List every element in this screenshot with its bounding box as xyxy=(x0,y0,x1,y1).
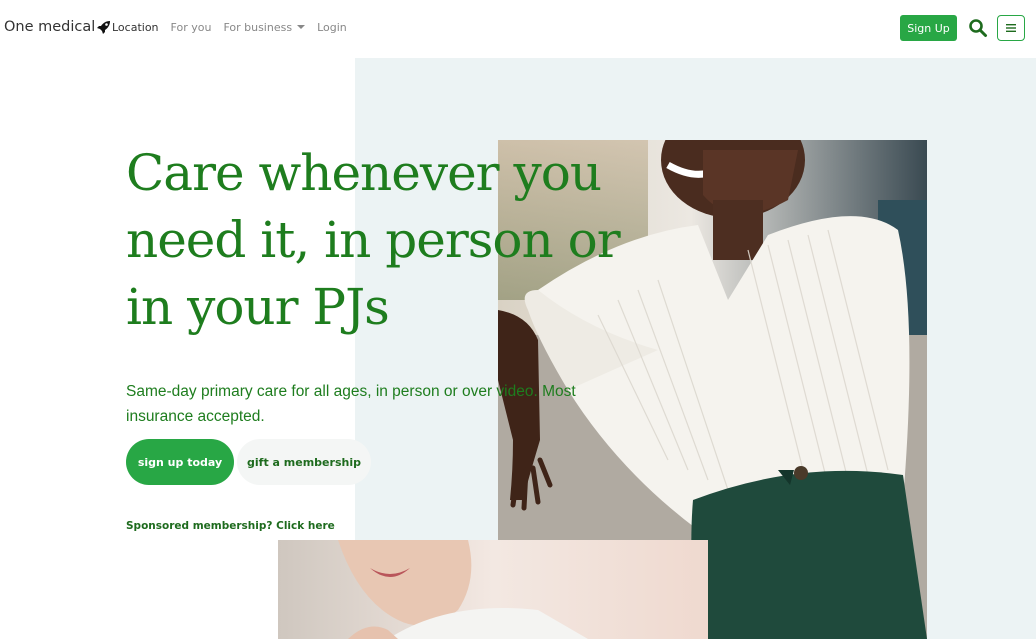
menu-toggle-button[interactable] xyxy=(997,15,1025,41)
nav-link-for-business-label: For business xyxy=(223,21,293,34)
secondary-photo-woman-portrait xyxy=(278,540,708,639)
nav-dropdown-for-business[interactable]: For business xyxy=(223,21,306,34)
hamburger-menu-icon xyxy=(1006,24,1016,32)
nav-links: Location For you For business Login xyxy=(112,21,359,34)
nav-link-login[interactable]: Login xyxy=(317,21,347,34)
caret-down-icon xyxy=(297,25,306,29)
hero-subtext: Same-day primary care for all ages, in p… xyxy=(126,383,576,425)
brand-name: One medical xyxy=(4,19,96,35)
brand-logo[interactable]: One medical xyxy=(4,19,112,35)
nav-link-for-you[interactable]: For you xyxy=(171,21,212,34)
secondary-photo-illustration xyxy=(278,540,708,639)
search-icon[interactable] xyxy=(968,18,988,38)
nav-link-location[interactable]: Location xyxy=(112,21,159,34)
signup-button[interactable]: Sign Up xyxy=(900,15,957,41)
gift-membership-button[interactable]: gift a membership xyxy=(237,439,371,485)
navbar: One medical Location For you For busines… xyxy=(0,0,1036,58)
signup-today-button[interactable]: sign up today xyxy=(126,439,234,485)
sponsored-membership-link[interactable]: Sponsored membership? Click here xyxy=(126,520,335,532)
rocket-icon xyxy=(97,21,111,34)
hero-headline: Care whenever you need it, in person or … xyxy=(126,144,621,336)
